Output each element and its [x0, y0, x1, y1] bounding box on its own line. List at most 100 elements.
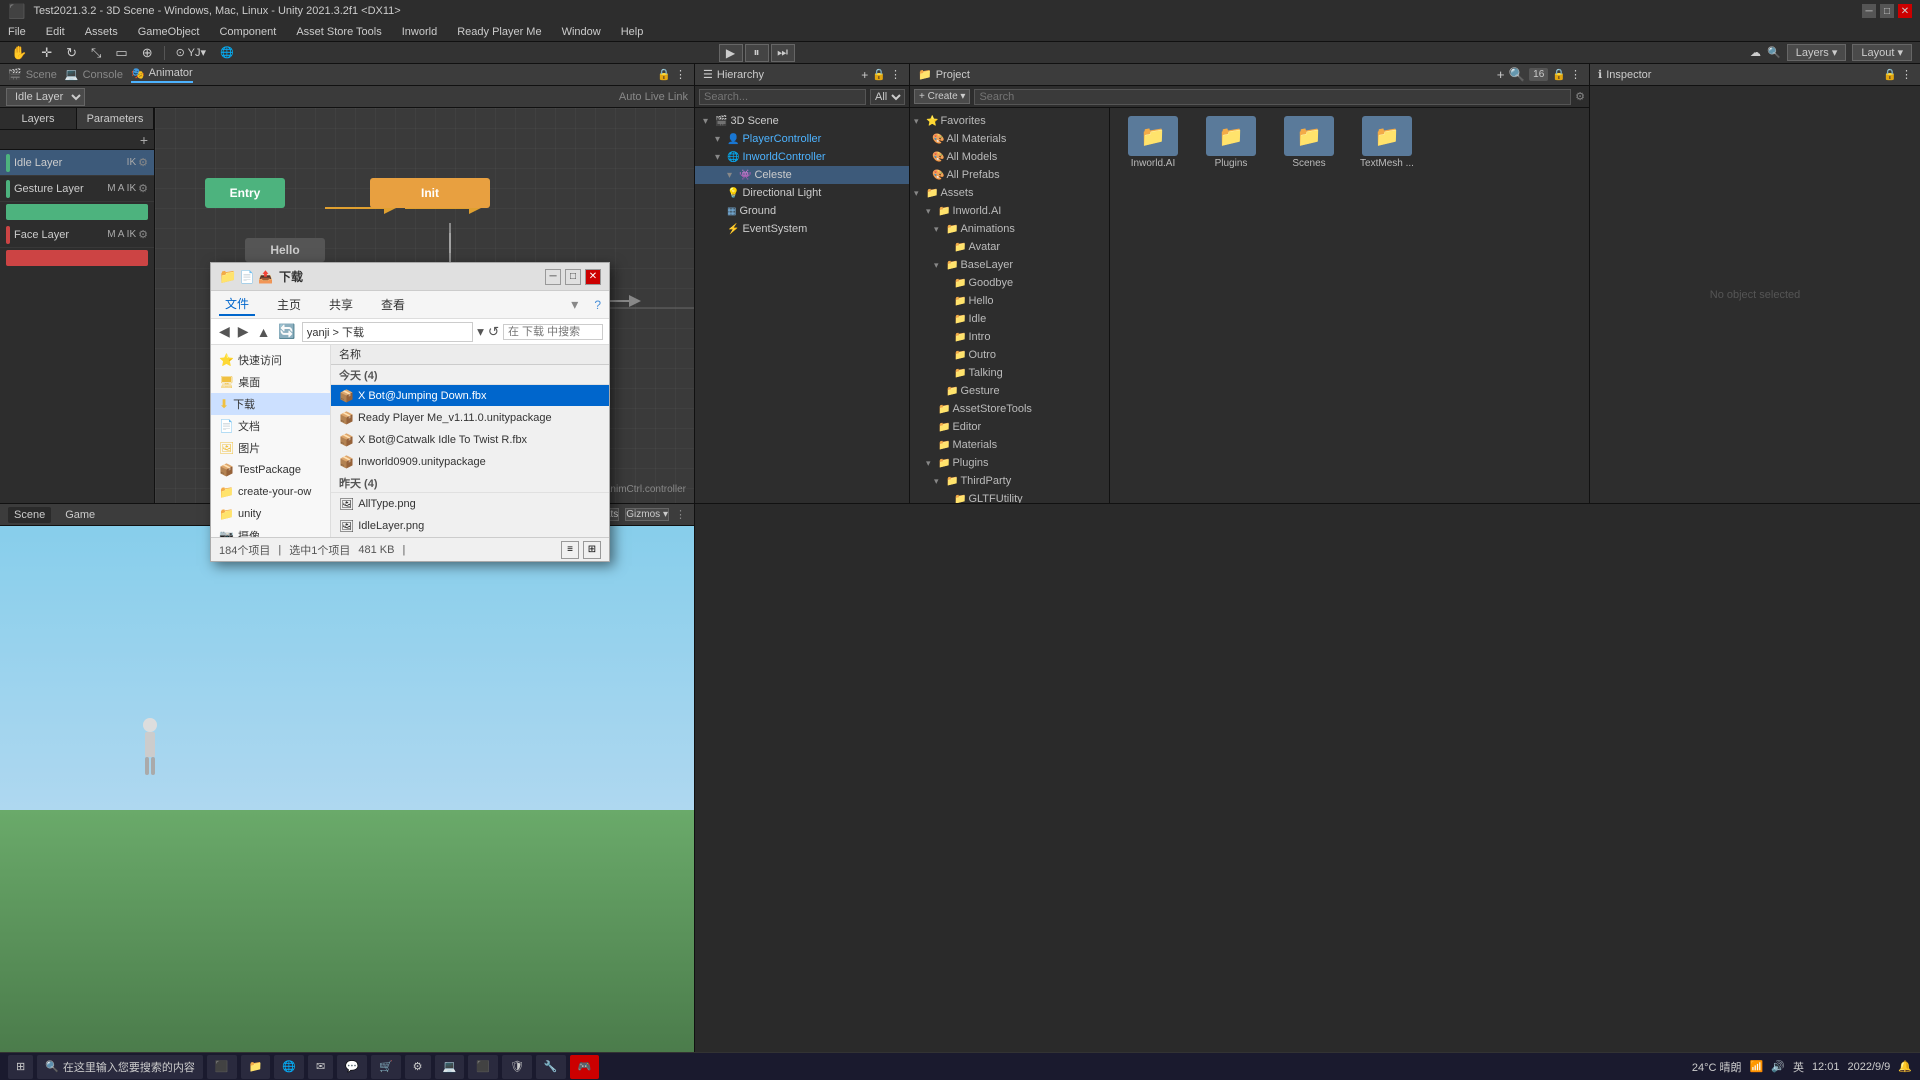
minimize-button[interactable]: ─ — [1862, 4, 1876, 18]
console-tab[interactable]: 💻 Console — [65, 68, 123, 81]
close-button[interactable]: ✕ — [1898, 4, 1912, 18]
menu-edit[interactable]: Edit — [42, 25, 69, 39]
hierarchy-add-button[interactable]: + — [861, 68, 868, 82]
ptree-intro[interactable]: 📁Intro — [910, 328, 1109, 346]
taskbar-store[interactable]: 🛒 — [371, 1055, 401, 1079]
fe-file-idlelayer[interactable]: 🖼 IdleLayer.png — [331, 515, 609, 537]
fe-forward-button[interactable]: ▶ — [236, 323, 251, 340]
taskbar-search[interactable]: 🔍 在这里输入您要搜索的内容 — [37, 1055, 203, 1079]
scene-tab[interactable]: 🎬 Scene — [8, 68, 57, 81]
ptree-materials[interactable]: 📁Materials — [910, 436, 1109, 454]
gizmos-button[interactable]: Gizmos ▾ — [625, 508, 669, 521]
rib-tab-file[interactable]: 文件 — [219, 293, 255, 316]
ptree-animations[interactable]: ▾ 📁 Animations — [910, 220, 1109, 238]
layout-button[interactable]: Layout ▾ — [1852, 44, 1912, 61]
fe-expand-icon[interactable]: ▾ — [571, 296, 578, 313]
rib-tab-home[interactable]: 主页 — [271, 294, 307, 315]
ptree-idle[interactable]: 📁Idle — [910, 310, 1109, 328]
tool-combo[interactable]: ⊕ — [139, 45, 156, 61]
fe-sidebar-docs[interactable]: 📄 文档 — [211, 415, 330, 437]
fe-addr-dropdown[interactable]: ▾ — [477, 324, 484, 340]
ptree-all-models[interactable]: 🎨 All Models — [910, 148, 1109, 166]
ptree-avatar[interactable]: 📁 Avatar — [910, 238, 1109, 256]
fe-up-button[interactable]: ▲ — [255, 324, 273, 340]
hierarchy-filter-select[interactable]: All — [870, 89, 905, 105]
node-entry[interactable]: Entry — [205, 178, 285, 208]
fe-sidebar-quickaccess[interactable]: ⭐ 快速访问 — [211, 349, 330, 371]
taskbar-browser[interactable]: 🌐 — [274, 1055, 304, 1079]
pause-button[interactable]: ⏸ — [745, 44, 769, 62]
taskbar-taskview[interactable]: ⬛ — [207, 1055, 237, 1079]
asset-scenes[interactable]: 📁 Scenes — [1274, 116, 1344, 169]
ptree-gesture[interactable]: 📁Gesture — [910, 382, 1109, 400]
add-layer-button[interactable]: + — [140, 132, 148, 148]
fe-refresh-button[interactable]: 🔄 — [276, 323, 297, 340]
menu-inworld[interactable]: Inworld — [398, 25, 441, 39]
menu-assets[interactable]: Assets — [81, 25, 122, 39]
fe-grid-view-btn[interactable]: ⊞ — [583, 541, 601, 559]
taskbar-settings[interactable]: ⚙ — [405, 1055, 431, 1079]
fe-address-bar[interactable]: yanji > 下载 — [302, 322, 473, 342]
ptree-goodbye[interactable]: 📁Goodbye — [910, 274, 1109, 292]
tool-rect[interactable]: ▭ — [112, 45, 130, 61]
fe-file-jumpingdown[interactable]: 📦 X Bot@Jumping Down.fbx — [331, 385, 609, 407]
node-hello[interactable]: Hello — [245, 238, 325, 262]
tool-move[interactable]: ✛ — [38, 45, 55, 61]
fe-file-rpmpackage[interactable]: 📦 Ready Player Me_v1.11.0.unitypackage — [331, 407, 609, 429]
project-create-button[interactable]: + Create ▾ — [914, 89, 970, 104]
tool-hand[interactable]: ✋ — [8, 45, 30, 61]
ptree-thirdparty[interactable]: ▾📁ThirdParty — [910, 472, 1109, 490]
maximize-button[interactable]: □ — [1880, 4, 1894, 18]
ptree-all-materials[interactable]: 🎨 All Materials — [910, 130, 1109, 148]
tool-rotate[interactable]: ↻ — [63, 45, 80, 61]
layer-item-face[interactable]: Face Layer M A IK ⚙ — [0, 222, 154, 248]
fe-sidebar-pictures[interactable]: 🖼 图片 — [211, 437, 330, 459]
fe-file-inworld0909[interactable]: 📦 Inworld0909.unitypackage — [331, 451, 609, 473]
project-search-input[interactable] — [974, 89, 1571, 105]
taskbar-mail[interactable]: ✉ — [308, 1055, 333, 1079]
fe-sidebar-camera[interactable]: 📷 摄像 — [211, 525, 330, 537]
menu-gameobject[interactable]: GameObject — [134, 25, 204, 39]
play-button[interactable]: ▶ — [719, 44, 743, 62]
tab-game[interactable]: Game — [59, 507, 101, 523]
tree-item-directionallight[interactable]: 💡 Directional Light — [695, 184, 909, 202]
menu-file[interactable]: File — [4, 25, 30, 39]
layer-item-gesture[interactable]: Gesture Layer M A IK ⚙ — [0, 176, 154, 202]
fe-help-icon[interactable]: ? — [594, 298, 601, 312]
tree-item-3dscene[interactable]: ▾ 🎬 3D Scene — [695, 112, 909, 130]
fe-addr-refresh2[interactable]: ↺ — [488, 324, 499, 340]
fe-close-button[interactable]: ✕ — [585, 269, 601, 285]
fe-sidebar-unity[interactable]: 📁 unity — [211, 503, 330, 525]
layer-item-idle[interactable]: Idle Layer IK ⚙ — [0, 150, 154, 176]
project-search-button[interactable]: 🔍 — [1509, 67, 1526, 83]
ptree-editor[interactable]: 📁Editor — [910, 418, 1109, 436]
asset-plugins[interactable]: 📁 Plugins — [1196, 116, 1266, 169]
taskbar-unity[interactable]: ⬛ — [468, 1055, 498, 1079]
asset-textmesh[interactable]: 📁 TextMesh ... — [1352, 116, 1422, 169]
ptree-inworldai[interactable]: ▾ 📁 Inworld.AI — [910, 202, 1109, 220]
step-button[interactable]: ⏭ — [771, 44, 795, 62]
menu-window[interactable]: Window — [558, 25, 605, 39]
ptree-hello[interactable]: 📁Hello — [910, 292, 1109, 310]
tree-item-playercontroller[interactable]: ▾ 👤 PlayerController — [695, 130, 909, 148]
global-btn[interactable]: 🌐 — [217, 46, 237, 59]
fe-back-button[interactable]: ◀ — [217, 323, 232, 340]
start-button[interactable]: ⊞ — [8, 1055, 33, 1079]
node-init[interactable]: Init — [370, 178, 490, 208]
fe-sidebar-desktop[interactable]: 🖥 桌面 — [211, 371, 330, 393]
pivot-btn[interactable]: ⊙ YJ▾ — [173, 46, 209, 59]
menu-component[interactable]: Component — [215, 25, 280, 39]
ptree-assetstoretools[interactable]: 📁AssetStoreTools — [910, 400, 1109, 418]
asset-inworldai[interactable]: 📁 Inworld.AI — [1118, 116, 1188, 169]
fe-file-alltype[interactable]: 🖼 AllType.png — [331, 493, 609, 515]
menu-help[interactable]: Help — [617, 25, 648, 39]
fe-minimize-button[interactable]: ─ — [545, 269, 561, 285]
fe-sidebar-testpackage[interactable]: 📦 TestPackage — [211, 459, 330, 481]
project-add-button[interactable]: + — [1497, 67, 1505, 82]
tool-scale[interactable]: ⤡ — [88, 45, 104, 61]
fe-list-view-btn[interactable]: ≡ — [561, 541, 579, 559]
taskbar-addon3[interactable]: 🎮 — [570, 1055, 600, 1079]
layer-select[interactable]: Idle Layer — [6, 88, 85, 106]
hierarchy-search-input[interactable] — [699, 89, 866, 105]
project-filter-button[interactable]: ⚙ — [1575, 90, 1585, 103]
